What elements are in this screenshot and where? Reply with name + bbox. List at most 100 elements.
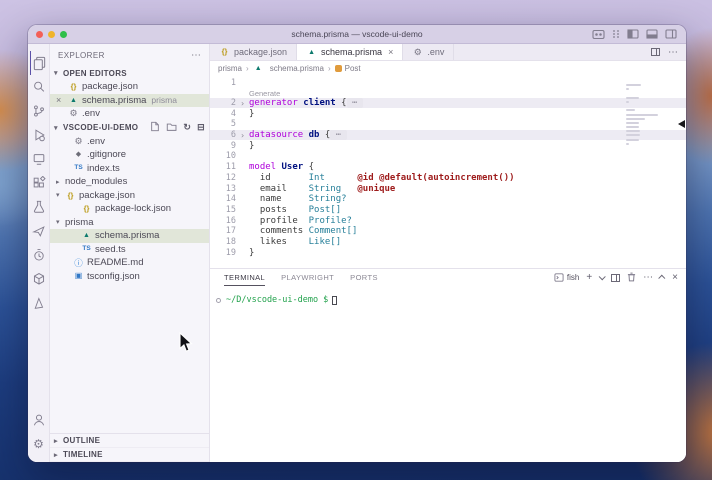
chevron-down-icon[interactable] xyxy=(599,273,606,280)
split-editor-icon[interactable] xyxy=(651,48,660,56)
tree-item-label: README.md xyxy=(87,257,143,268)
tab-schema-prisma[interactable]: ▲schema.prisma× xyxy=(297,44,403,60)
tree-item-tsconfig-json[interactable]: ▣tsconfig.json xyxy=(50,270,209,284)
minimap-line xyxy=(626,93,628,95)
tree-item-gitignore[interactable]: ◆.gitignore xyxy=(50,148,209,162)
fold-chevron-icon[interactable]: › xyxy=(236,99,249,108)
line-number: 9 xyxy=(210,141,236,151)
code-text: datasource db { ⋯ xyxy=(249,130,347,140)
tree-item-env[interactable]: ⚙.env xyxy=(50,135,209,149)
section-label: OUTLINE xyxy=(63,436,100,445)
tab-label: .env xyxy=(427,47,444,57)
line-number: 10 xyxy=(210,151,236,161)
remote-explorer-icon[interactable] xyxy=(30,147,48,171)
split-terminal-icon[interactable] xyxy=(611,274,620,282)
settings-icon[interactable]: ⚙ xyxy=(30,432,48,456)
toggle-primary-sidebar-icon[interactable] xyxy=(627,29,639,39)
profiler-icon[interactable] xyxy=(30,243,48,267)
titlebar[interactable]: schema.prisma — vscode-ui-demo xyxy=(28,25,686,44)
explorer-icon[interactable] xyxy=(30,51,48,75)
section-timeline[interactable]: ▸TIMELINE xyxy=(50,448,209,462)
open-editor-label: .env xyxy=(82,108,100,119)
terminal-output[interactable]: ~/D/vscode-ui-demo $ xyxy=(210,286,686,462)
refresh-icon[interactable]: ↻ xyxy=(183,122,191,133)
breadcrumb-item-post[interactable]: Post xyxy=(335,64,361,73)
playwright-icon[interactable] xyxy=(30,219,48,243)
chevron-right-icon: ▸ xyxy=(56,178,65,186)
tree-item-seed-ts[interactable]: TSseed.ts xyxy=(50,243,209,257)
open-editor-label: schema.prisma xyxy=(82,95,146,106)
code-editor[interactable]: 1Generate2›generator client { ⋯ 4}56›dat… xyxy=(210,76,686,268)
open-editor-schema-prisma[interactable]: ×▲schema.prismaprisma xyxy=(50,94,209,108)
panel-tab-terminal[interactable]: TERMINAL xyxy=(224,269,265,286)
prisma-file-icon: ▲ xyxy=(253,65,264,72)
docker-icon[interactable] xyxy=(30,267,48,291)
new-folder-icon[interactable] xyxy=(166,122,177,134)
collapse-all-icon[interactable]: ⊟ xyxy=(197,122,205,133)
new-terminal-icon[interactable]: + xyxy=(586,273,592,283)
close-panel-icon[interactable]: × xyxy=(672,273,678,283)
line-number: 15 xyxy=(210,205,236,215)
codelens-generate-link[interactable]: Generate xyxy=(249,89,280,98)
close-tab-icon[interactable]: × xyxy=(388,47,393,57)
panel-tab-ports[interactable]: PORTS xyxy=(350,269,378,286)
panel-tab-playwright[interactable]: PLAYWRIGHT xyxy=(281,269,334,286)
code-line-6: 6›datasource db { ⋯ xyxy=(210,130,686,141)
code-text: profile Profile? xyxy=(249,216,352,226)
accounts-icon[interactable] xyxy=(30,408,48,432)
tree-item-node-modules[interactable]: ▸node_modules xyxy=(50,175,209,189)
workspace-header[interactable]: ▾ VSCODE-UI-DEMO ↻⊟ xyxy=(50,121,209,135)
minimap[interactable] xyxy=(626,80,662,147)
prisma-file-icon: ▲ xyxy=(81,232,92,239)
info-file-icon: ⓘ xyxy=(73,259,84,268)
code-text: id Int @id @default(autoincrement()) xyxy=(249,173,515,183)
editor-actions: ⋯ xyxy=(651,44,686,60)
layout-controls-icon[interactable] xyxy=(592,29,605,40)
sidebar-more-actions-icon[interactable]: ⋯ xyxy=(191,50,201,61)
section-outline[interactable]: ▸OUTLINE xyxy=(50,434,209,448)
search-icon[interactable] xyxy=(30,75,48,99)
tree-item-readme-md[interactable]: ⓘREADME.md xyxy=(50,256,209,270)
close-editor-icon[interactable]: × xyxy=(56,95,66,105)
code-text: posts Post[] xyxy=(249,205,341,215)
tree-item-package-lock-json[interactable]: {}package-lock.json xyxy=(50,202,209,216)
ts-file-icon: TS xyxy=(81,246,92,253)
breadcrumb-item-prisma[interactable]: prisma xyxy=(218,64,242,73)
gear-file-icon: ⚙ xyxy=(412,48,423,57)
gear-file-icon: ⚙ xyxy=(68,109,79,118)
breadcrumb[interactable]: prisma›▲schema.prisma›Post xyxy=(210,61,686,76)
tree-item-index-ts[interactable]: TSindex.ts xyxy=(50,162,209,176)
extensions-icon[interactable] xyxy=(30,171,48,195)
open-editor-package-json[interactable]: {}package.json xyxy=(50,80,209,94)
more-actions-icon[interactable]: ⋯ xyxy=(643,273,653,283)
prisma-icon[interactable] xyxy=(30,291,48,315)
customize-layout-icon[interactable] xyxy=(612,29,620,39)
trash-icon[interactable] xyxy=(627,269,636,287)
more-actions-icon[interactable]: ⋯ xyxy=(668,47,678,58)
tree-item-schema-prisma[interactable]: ▲schema.prisma xyxy=(50,229,209,243)
new-file-icon[interactable] xyxy=(150,121,160,134)
source-control-icon[interactable] xyxy=(30,99,48,123)
tab-env[interactable]: ⚙ .env xyxy=(403,44,454,60)
open-editor-env[interactable]: ⚙.env xyxy=(50,107,209,121)
toggle-secondary-sidebar-icon[interactable] xyxy=(665,29,677,39)
minimap-line xyxy=(626,84,641,86)
code-line-5: 5 xyxy=(210,119,686,130)
terminal-prompt-path: ~/D/vscode-ui-demo xyxy=(226,295,318,305)
tab-package-json[interactable]: {}package.json xyxy=(210,44,297,60)
run-debug-icon[interactable] xyxy=(30,123,48,147)
toggle-panel-icon[interactable] xyxy=(646,29,658,39)
minimap-line xyxy=(626,139,639,141)
terminal-profile-chip[interactable]: fish xyxy=(554,273,579,282)
open-editors-header[interactable]: ▾ OPEN EDITORS xyxy=(50,66,209,80)
json-file-icon: {} xyxy=(65,192,76,200)
testing-icon[interactable] xyxy=(30,195,48,219)
tree-item-package-json[interactable]: ▾{}package.json xyxy=(50,189,209,203)
chevron-up-icon[interactable] xyxy=(658,275,665,282)
fold-chevron-icon[interactable]: › xyxy=(236,131,249,140)
breadcrumb-item-schema-prisma[interactable]: ▲schema.prisma xyxy=(253,64,324,73)
prisma-file-icon: ▲ xyxy=(306,49,317,56)
tree-item-prisma[interactable]: ▾prisma xyxy=(50,216,209,230)
activity-bar-bottom: ⚙ xyxy=(30,408,48,462)
code-text: comments Comment[] xyxy=(249,226,357,236)
